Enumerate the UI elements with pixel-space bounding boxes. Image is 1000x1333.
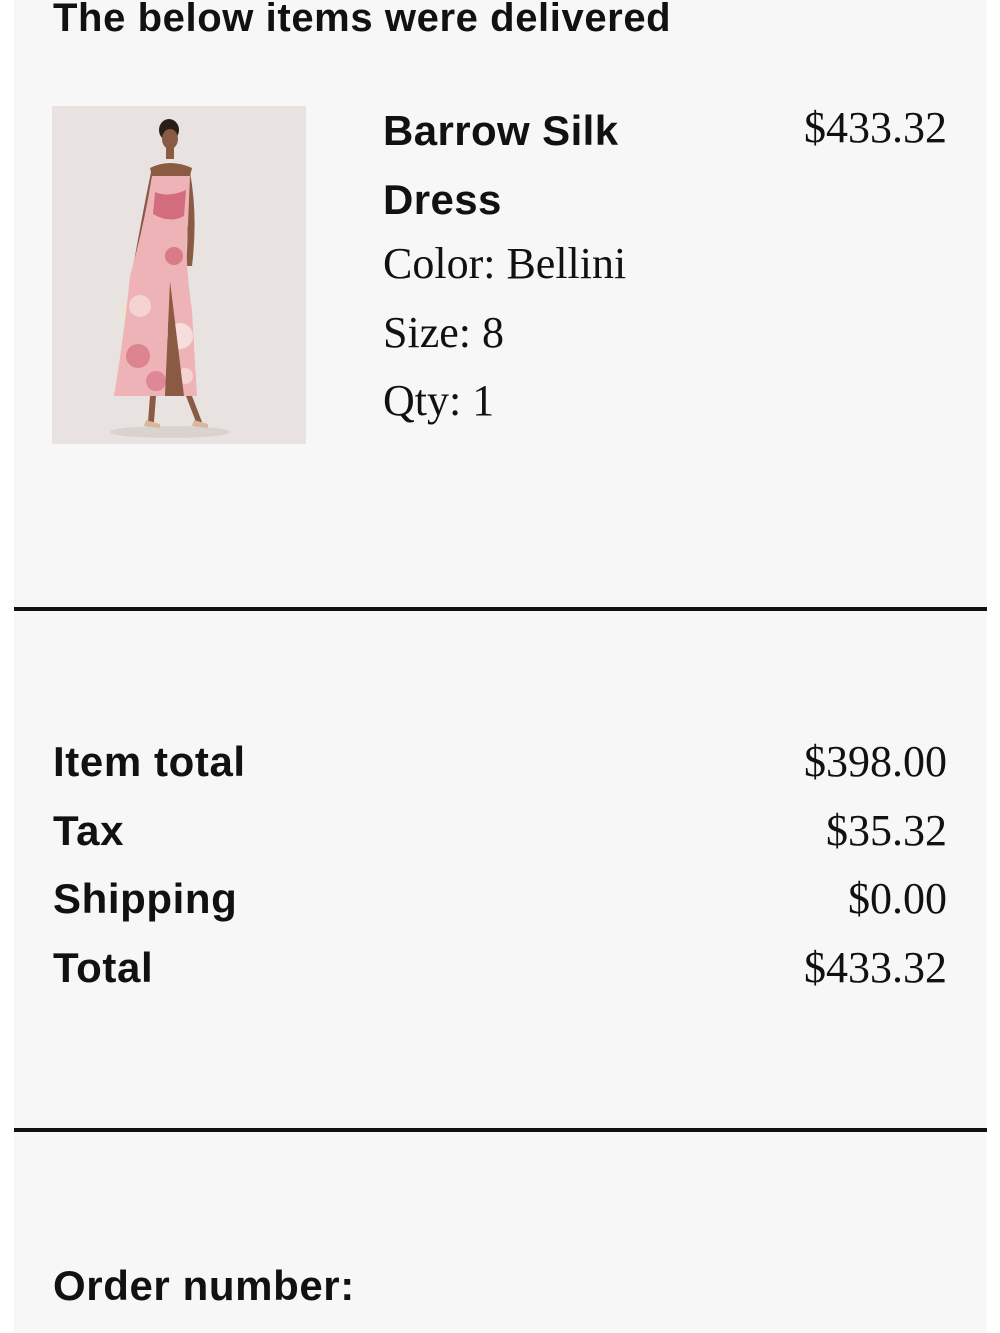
product-image[interactable]	[52, 106, 306, 444]
item-color: Color: Bellini	[383, 239, 627, 288]
tax-label: Tax	[53, 807, 125, 854]
item-quantity: Qty: 1	[383, 376, 495, 425]
order-number-label: Order number:	[53, 1262, 355, 1309]
shipping-value: $0.00	[848, 874, 947, 923]
section-divider	[14, 607, 987, 611]
delivered-heading: The below items were delivered	[53, 0, 672, 40]
tax-value: $35.32	[826, 806, 947, 855]
item-total-label: Item total	[53, 738, 246, 785]
item-price: $433.32	[804, 103, 947, 152]
item-name[interactable]: Barrow Silk Dress	[383, 96, 723, 234]
dress-photo-illustration	[52, 106, 306, 444]
shipping-label: Shipping	[53, 875, 238, 922]
item-size: Size: 8	[383, 308, 504, 357]
total-value: $433.32	[804, 943, 947, 992]
section-divider	[14, 1128, 987, 1132]
total-label: Total	[53, 944, 154, 991]
item-total-value: $398.00	[804, 737, 947, 786]
